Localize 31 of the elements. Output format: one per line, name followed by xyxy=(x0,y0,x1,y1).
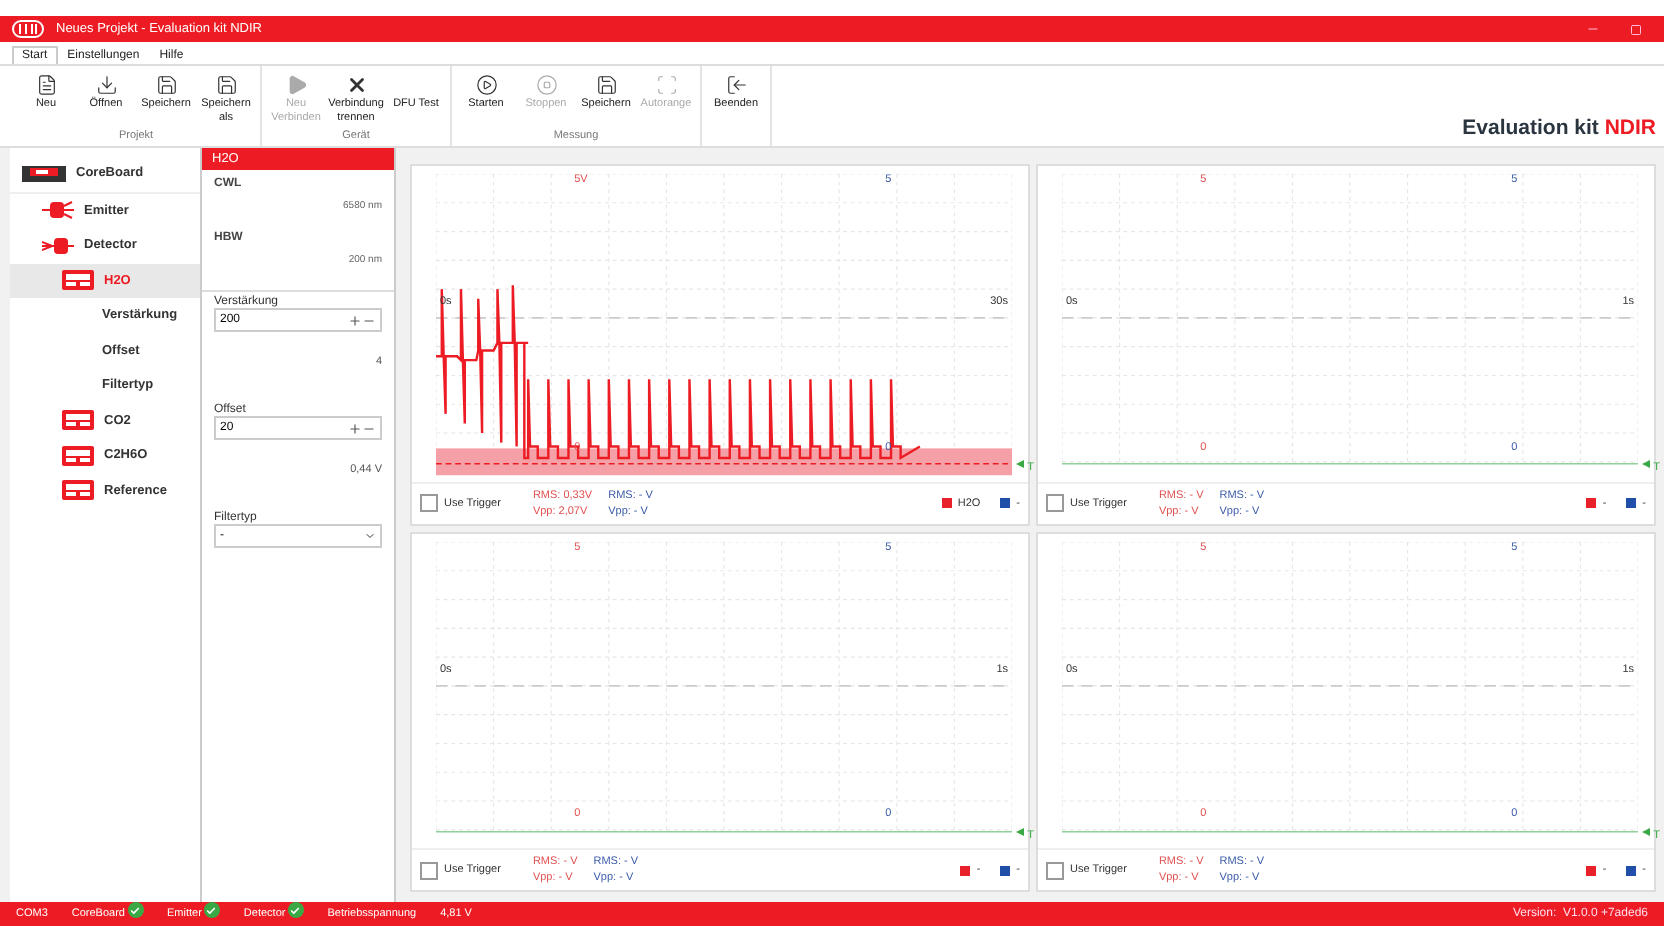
logo-icon xyxy=(12,20,44,38)
chevron-down-icon xyxy=(364,530,376,542)
sensor-chip-icon xyxy=(62,270,94,291)
detector-icon xyxy=(42,235,74,256)
plus-icon[interactable] xyxy=(348,313,362,327)
save-icon xyxy=(595,73,617,95)
trigger-arrow-icon[interactable] xyxy=(1016,827,1024,836)
save-icon xyxy=(215,73,237,95)
download-icon xyxy=(95,73,117,95)
use-trigger-checkbox[interactable] xyxy=(1046,861,1064,879)
sensor-chip-icon xyxy=(62,480,94,501)
frame-icon xyxy=(655,73,677,95)
circuit-board-icon xyxy=(22,163,66,184)
close-icon xyxy=(345,73,367,95)
stop-icon xyxy=(535,73,557,95)
trigger-arrow-icon[interactable] xyxy=(1642,827,1650,836)
product-title: Evaluation kit NDIR xyxy=(1462,116,1658,144)
play-icon xyxy=(285,73,307,95)
use-trigger-checkbox[interactable] xyxy=(1046,494,1064,512)
emitter-icon xyxy=(42,200,74,221)
document-icon xyxy=(35,73,57,95)
play-icon xyxy=(475,73,497,95)
use-trigger-checkbox[interactable] xyxy=(420,861,438,879)
use-trigger-checkbox[interactable] xyxy=(420,494,438,512)
exit-icon xyxy=(725,73,747,95)
sensor-chip-icon xyxy=(62,445,94,466)
trigger-arrow-icon[interactable] xyxy=(1642,460,1650,469)
sensor-chip-icon xyxy=(62,410,94,431)
trigger-arrow-icon[interactable] xyxy=(1016,460,1024,469)
plus-icon[interactable] xyxy=(348,421,362,435)
save-icon xyxy=(155,73,177,95)
